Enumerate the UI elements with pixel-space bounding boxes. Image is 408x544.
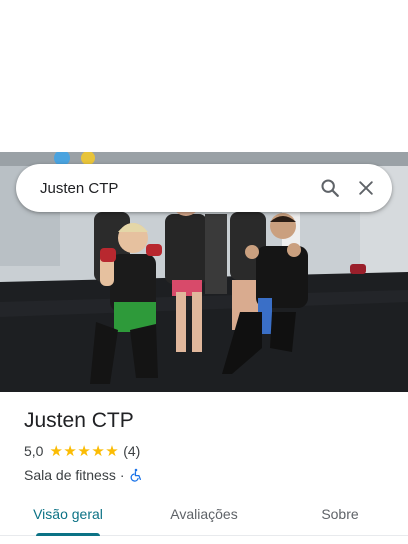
place-info: Justen CTP 5,0 ★ ★ ★ ★ ★ (4) Sala de fit… (24, 406, 394, 484)
star-icon: ★ (91, 442, 105, 460)
star-rating: ★ ★ ★ ★ ★ (49, 444, 119, 459)
star-icon: ★ (49, 442, 63, 460)
separator-dot: · (119, 467, 125, 483)
place-tabs: Visão geral Avaliações Sobre (0, 492, 408, 536)
place-title: Justen CTP (24, 409, 134, 432)
star-icon: ★ (77, 442, 91, 460)
star-icon: ★ (105, 442, 119, 460)
rating-value: 5,0 (24, 443, 44, 459)
review-count[interactable]: (4) (123, 443, 140, 459)
blank-header-area (0, 0, 408, 152)
tab-overview[interactable]: Visão geral (0, 492, 136, 536)
wheelchair-icon[interactable] (129, 468, 143, 482)
search-input[interactable]: Justen CTP (40, 180, 312, 197)
rating-row[interactable]: 5,0 ★ ★ ★ ★ ★ (4) (24, 442, 394, 460)
tab-reviews[interactable]: Avaliações (136, 492, 272, 535)
tab-about[interactable]: Sobre (272, 492, 408, 535)
star-icon: ★ (63, 442, 77, 460)
close-icon[interactable] (348, 170, 384, 206)
category-row: Sala de fitness · (24, 466, 394, 484)
search-bar[interactable]: Justen CTP (16, 164, 392, 212)
category-label: Sala de fitness (24, 467, 116, 483)
search-icon[interactable] (312, 170, 348, 206)
